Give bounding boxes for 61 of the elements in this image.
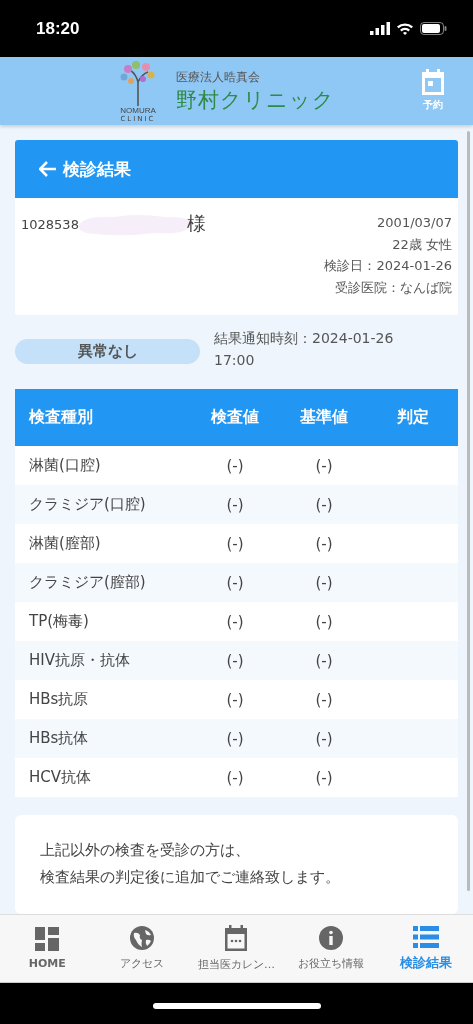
tab[interactable]: お役立ち情報 [283,915,379,982]
test-value: (-) [225,456,245,475]
test-value: (-) [225,612,245,631]
calendar-icon [421,69,445,95]
globe-icon [129,926,154,950]
reference-value: (-) [314,729,334,748]
grid-icon [35,927,60,951]
column-header: 検査値 [210,407,260,428]
test-value: (-) [225,729,245,748]
reference-value: (-) [314,690,334,709]
clinic-branch: 受診医院：なんば院 [335,278,452,297]
signal-icon [370,22,390,35]
notification-time: 結果通知時刻：2024-01-26 17:00 [214,329,395,370]
patient-id: 1028538 [21,216,79,232]
test-name: クラミジア(膣部) [28,573,147,592]
back-arrow-icon [39,161,57,177]
organization-name: 医療法人晧真会 [176,68,261,86]
clinic-name: 野村クリニック [176,86,335,114]
test-value: (-) [225,534,245,553]
test-name: HIV抗原・抗体 [28,651,131,670]
test-name: 淋菌(膣部) [28,534,102,553]
test-name: 淋菌(口腔) [28,456,102,475]
column-header: 検査種別 [28,407,94,428]
tab[interactable]: アクセス [94,915,190,982]
battery-icon [420,22,447,35]
reference-value: (-) [314,768,334,787]
test-value: (-) [225,690,245,709]
logo-wordmark: NOMURA [120,105,156,115]
back-button[interactable]: 検診結果 [15,140,458,198]
reference-value: (-) [314,651,334,670]
calendar-icon [224,925,249,951]
age-sex: 22歳 女性 [392,235,452,254]
test-name: HBs抗体 [28,729,90,748]
status-time: 18:20 [36,18,80,39]
test-value: (-) [225,768,245,787]
test-name: TP(梅毒) [28,612,90,631]
exam-date: 検診日：2024-01-26 [324,257,452,275]
note-text: 上記以外の検査を受診の方は、 [40,840,250,861]
note-text: 検査結果の判定後に追加でご連絡致します。 [40,867,340,888]
info-icon [319,926,344,950]
tab[interactable]: HOME [0,915,95,982]
tab[interactable]: 担当医カレン… [189,915,284,982]
reference-value: (-) [314,534,334,553]
test-name: HCV抗体 [28,768,92,787]
tab[interactable]: 検診結果 [378,915,473,982]
column-header: 基準値 [299,407,349,428]
test-name: クラミジア(口腔) [28,495,147,514]
test-name: HBs抗原 [28,690,90,709]
test-value: (-) [225,651,245,670]
result-badge: 異常なし [15,339,200,364]
column-header: 判定 [396,407,430,428]
wifi-icon [396,22,414,35]
reference-value: (-) [314,495,334,514]
reference-value: (-) [314,612,334,631]
list-icon [412,925,439,948]
reference-value: (-) [314,456,334,475]
honorific: 様 [186,211,206,236]
test-value: (-) [225,495,245,514]
birth-date: 2001/03/07 [377,214,452,232]
test-value: (-) [225,573,245,592]
reference-value: (-) [314,573,334,592]
